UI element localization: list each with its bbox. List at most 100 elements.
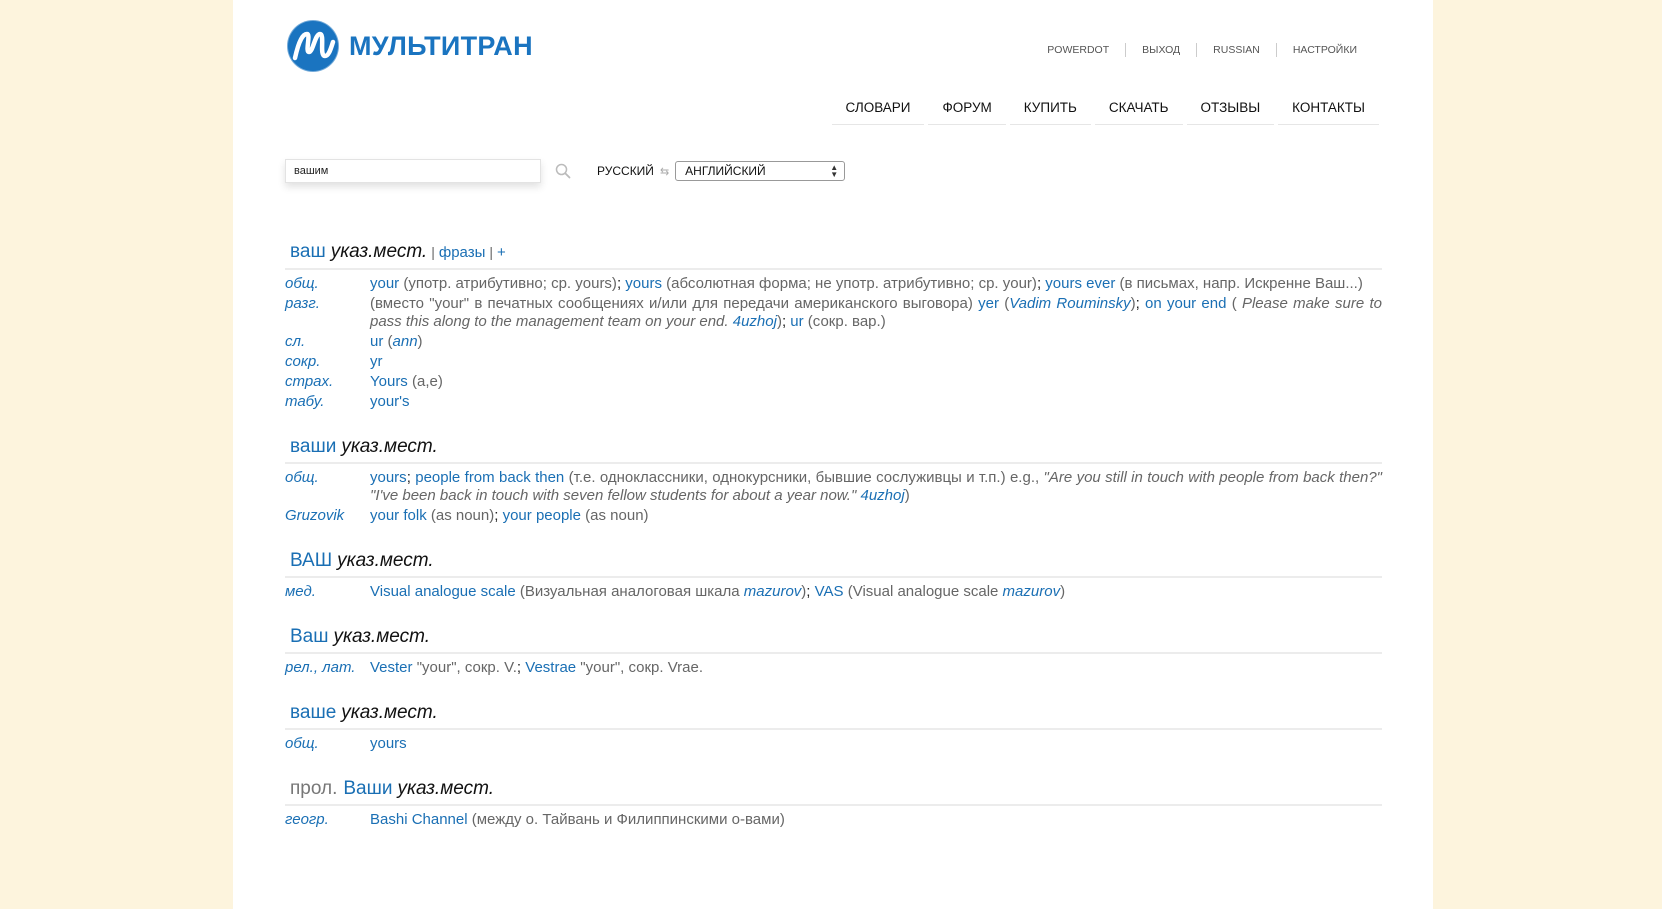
translation-link[interactable]: your's <box>370 393 410 410</box>
main-nav: СЛОВАРИ ФОРУМ КУПИТЬ СКАЧАТЬ ОТЗЫВЫ КОНТ… <box>828 96 1379 125</box>
translation-link[interactable]: Visual analogue scale <box>370 583 516 600</box>
entry-part-of-speech: указ.мест. <box>397 778 494 799</box>
subject-area[interactable]: мед. <box>285 583 370 601</box>
entry-heading: Ваш указ.мест. <box>285 625 1382 654</box>
entry-prefix: прол. <box>290 778 338 799</box>
translation-definition: yours; people from back then (т.е. однок… <box>370 469 1382 505</box>
nav-reviews[interactable]: ОТЗЫВЫ <box>1186 96 1275 125</box>
comment-text: (as noun) <box>426 507 495 524</box>
topnav-user[interactable]: POWERDOT <box>1031 43 1125 57</box>
translation-link[interactable]: Bashi Channel <box>370 811 468 828</box>
entry-part-of-speech: указ.мест. <box>337 550 434 571</box>
translation-link[interactable]: yer <box>978 295 999 312</box>
author-link[interactable]: mazurov <box>744 583 802 600</box>
target-language-select[interactable]: АНГЛИЙСКИЙ ▲ ▼ <box>675 161 846 181</box>
subject-area[interactable]: табу. <box>285 393 370 411</box>
subject-area[interactable]: сл. <box>285 333 370 351</box>
translation-definition: your (употр. атрибутивно; ср. yours); yo… <box>370 275 1382 293</box>
nav-forum[interactable]: ФОРУМ <box>928 96 1006 125</box>
subject-area[interactable]: сокр. <box>285 353 370 371</box>
translation-link[interactable]: your folk <box>370 507 427 524</box>
search-input[interactable] <box>285 159 541 183</box>
entry-word[interactable]: ВАШ <box>290 550 332 571</box>
comment-text: ( <box>998 295 1010 312</box>
dictionary-entry: ваши указ.мест. общ. yours; people from bac… <box>285 435 1382 525</box>
comment-text: "your", сокр. V. <box>412 659 517 676</box>
translation-row: общ. your (употр. атрибутивно; ср. yours)… <box>285 275 1382 293</box>
nav-buy[interactable]: КУПИТЬ <box>1009 96 1091 125</box>
entry-word[interactable]: ваш <box>290 241 326 262</box>
translation-link[interactable]: yours <box>370 735 407 752</box>
author-link[interactable]: Vadim Rouminsky <box>1009 295 1130 312</box>
translation-link[interactable]: ur <box>370 333 383 350</box>
entry-word[interactable]: ваши <box>290 436 336 457</box>
separator: | <box>489 244 494 260</box>
translation-link[interactable]: your <box>370 275 399 292</box>
subject-area[interactable]: Gruzovik <box>285 507 370 525</box>
brand-name: МУЛЬТИТРАН <box>349 30 533 61</box>
source-language[interactable]: РУССКИЙ <box>597 164 654 178</box>
comment-text: (вместо "your" в печатных сообщениях и/и… <box>370 295 979 312</box>
nav-dictionaries[interactable]: СЛОВАРИ <box>831 96 925 125</box>
comment-text: (a,e) <box>407 373 443 390</box>
translation-definition: Bashi Channel (между о. Тайвань и Филипп… <box>370 811 1382 829</box>
translation-definition: Visual analogue scale (Визуальная аналог… <box>370 583 1382 601</box>
translation-link[interactable]: Vestrae <box>525 659 576 676</box>
translation-link[interactable]: yours <box>370 469 407 486</box>
translation-link[interactable]: your people <box>503 507 581 524</box>
translation-link[interactable]: Yours <box>370 373 408 390</box>
search-icon[interactable] <box>555 163 571 179</box>
nav-contacts[interactable]: КОНТАКТЫ <box>1278 96 1379 125</box>
entry-word[interactable]: Ваши <box>343 778 392 799</box>
translation-link[interactable]: people from back then <box>415 469 564 486</box>
comment-text: ; <box>494 507 503 524</box>
translation-definition: your's <box>370 393 1382 411</box>
subject-area[interactable]: рел., лат. <box>285 659 370 677</box>
topnav-logout[interactable]: ВЫХОД <box>1125 43 1196 57</box>
translation-definition: Vester "your", сокр. V.; Vestrae "your",… <box>370 659 1382 677</box>
author-link[interactable]: ann <box>393 333 418 350</box>
entry-part-of-speech: указ.мест. <box>341 436 438 457</box>
subject-area[interactable]: разг. <box>285 295 370 331</box>
translation-link[interactable]: ur <box>790 313 803 330</box>
translation-row: страх. Yours (a,e) <box>285 373 1382 391</box>
subject-area[interactable]: геогр. <box>285 811 370 829</box>
comment-text: (сокр. вар.) <box>803 313 886 330</box>
entry-link[interactable]: фразы <box>439 244 486 261</box>
entry-word[interactable]: Ваш <box>290 626 328 647</box>
translation-link[interactable]: yours <box>625 275 662 292</box>
subject-area[interactable]: общ. <box>285 275 370 293</box>
translation-definition: (вместо "your" в печатных сообщениях и/и… <box>370 295 1382 331</box>
translation-definition: your folk (as noun); your people (as nou… <box>370 507 1382 525</box>
subject-area[interactable]: страх. <box>285 373 370 391</box>
topnav-settings[interactable]: НАСТРОЙКИ <box>1275 43 1373 57</box>
translation-row: сл. ur (ann) <box>285 333 1382 351</box>
dictionary-entry: ваш указ.мест. | фразы | + общ. your (употр. ат… <box>285 240 1382 411</box>
author-link[interactable]: mazurov <box>1003 583 1061 600</box>
translation-definition: yours <box>370 735 1382 753</box>
dictionary-entry: Ваш указ.мест. рел., лат. Vester "your", со… <box>285 625 1382 677</box>
translation-row: общ. yours; people from back then (т.е. о… <box>285 469 1382 505</box>
nav-download[interactable]: СКАЧАТЬ <box>1094 96 1183 125</box>
author-link[interactable]: 4uzhoj <box>856 487 904 504</box>
top-nav: POWERDOT ВЫХОД RUSSIAN НАСТРОЙКИ <box>1031 43 1373 57</box>
swap-languages-icon[interactable]: ⇆ <box>660 165 669 178</box>
translation-link[interactable]: VAS <box>815 583 844 600</box>
entry-link[interactable]: + <box>497 244 506 261</box>
translation-link[interactable]: on your end <box>1145 295 1226 312</box>
translation-link[interactable]: yours ever <box>1045 275 1115 292</box>
subject-area[interactable]: общ. <box>285 469 370 505</box>
translation-row: табу. your's <box>285 393 1382 411</box>
translation-row: сокр. yr <box>285 353 1382 371</box>
translation-definition: Yours (a,e) <box>370 373 1382 391</box>
select-arrows-icon: ▲ ▼ <box>830 163 839 179</box>
entry-heading: ваш указ.мест. | фразы | + <box>285 240 1382 270</box>
translation-link[interactable]: Vester <box>370 659 413 676</box>
topnav-language[interactable]: RUSSIAN <box>1196 43 1276 57</box>
logo[interactable]: МУЛЬТИТРАН <box>285 18 533 74</box>
entry-word[interactable]: ваше <box>290 702 336 723</box>
dictionary-entry: ваше указ.мест. общ. yours <box>285 701 1382 753</box>
translation-link[interactable]: yr <box>370 353 383 370</box>
subject-area[interactable]: общ. <box>285 735 370 753</box>
author-link[interactable]: 4uzhoj <box>733 313 777 330</box>
